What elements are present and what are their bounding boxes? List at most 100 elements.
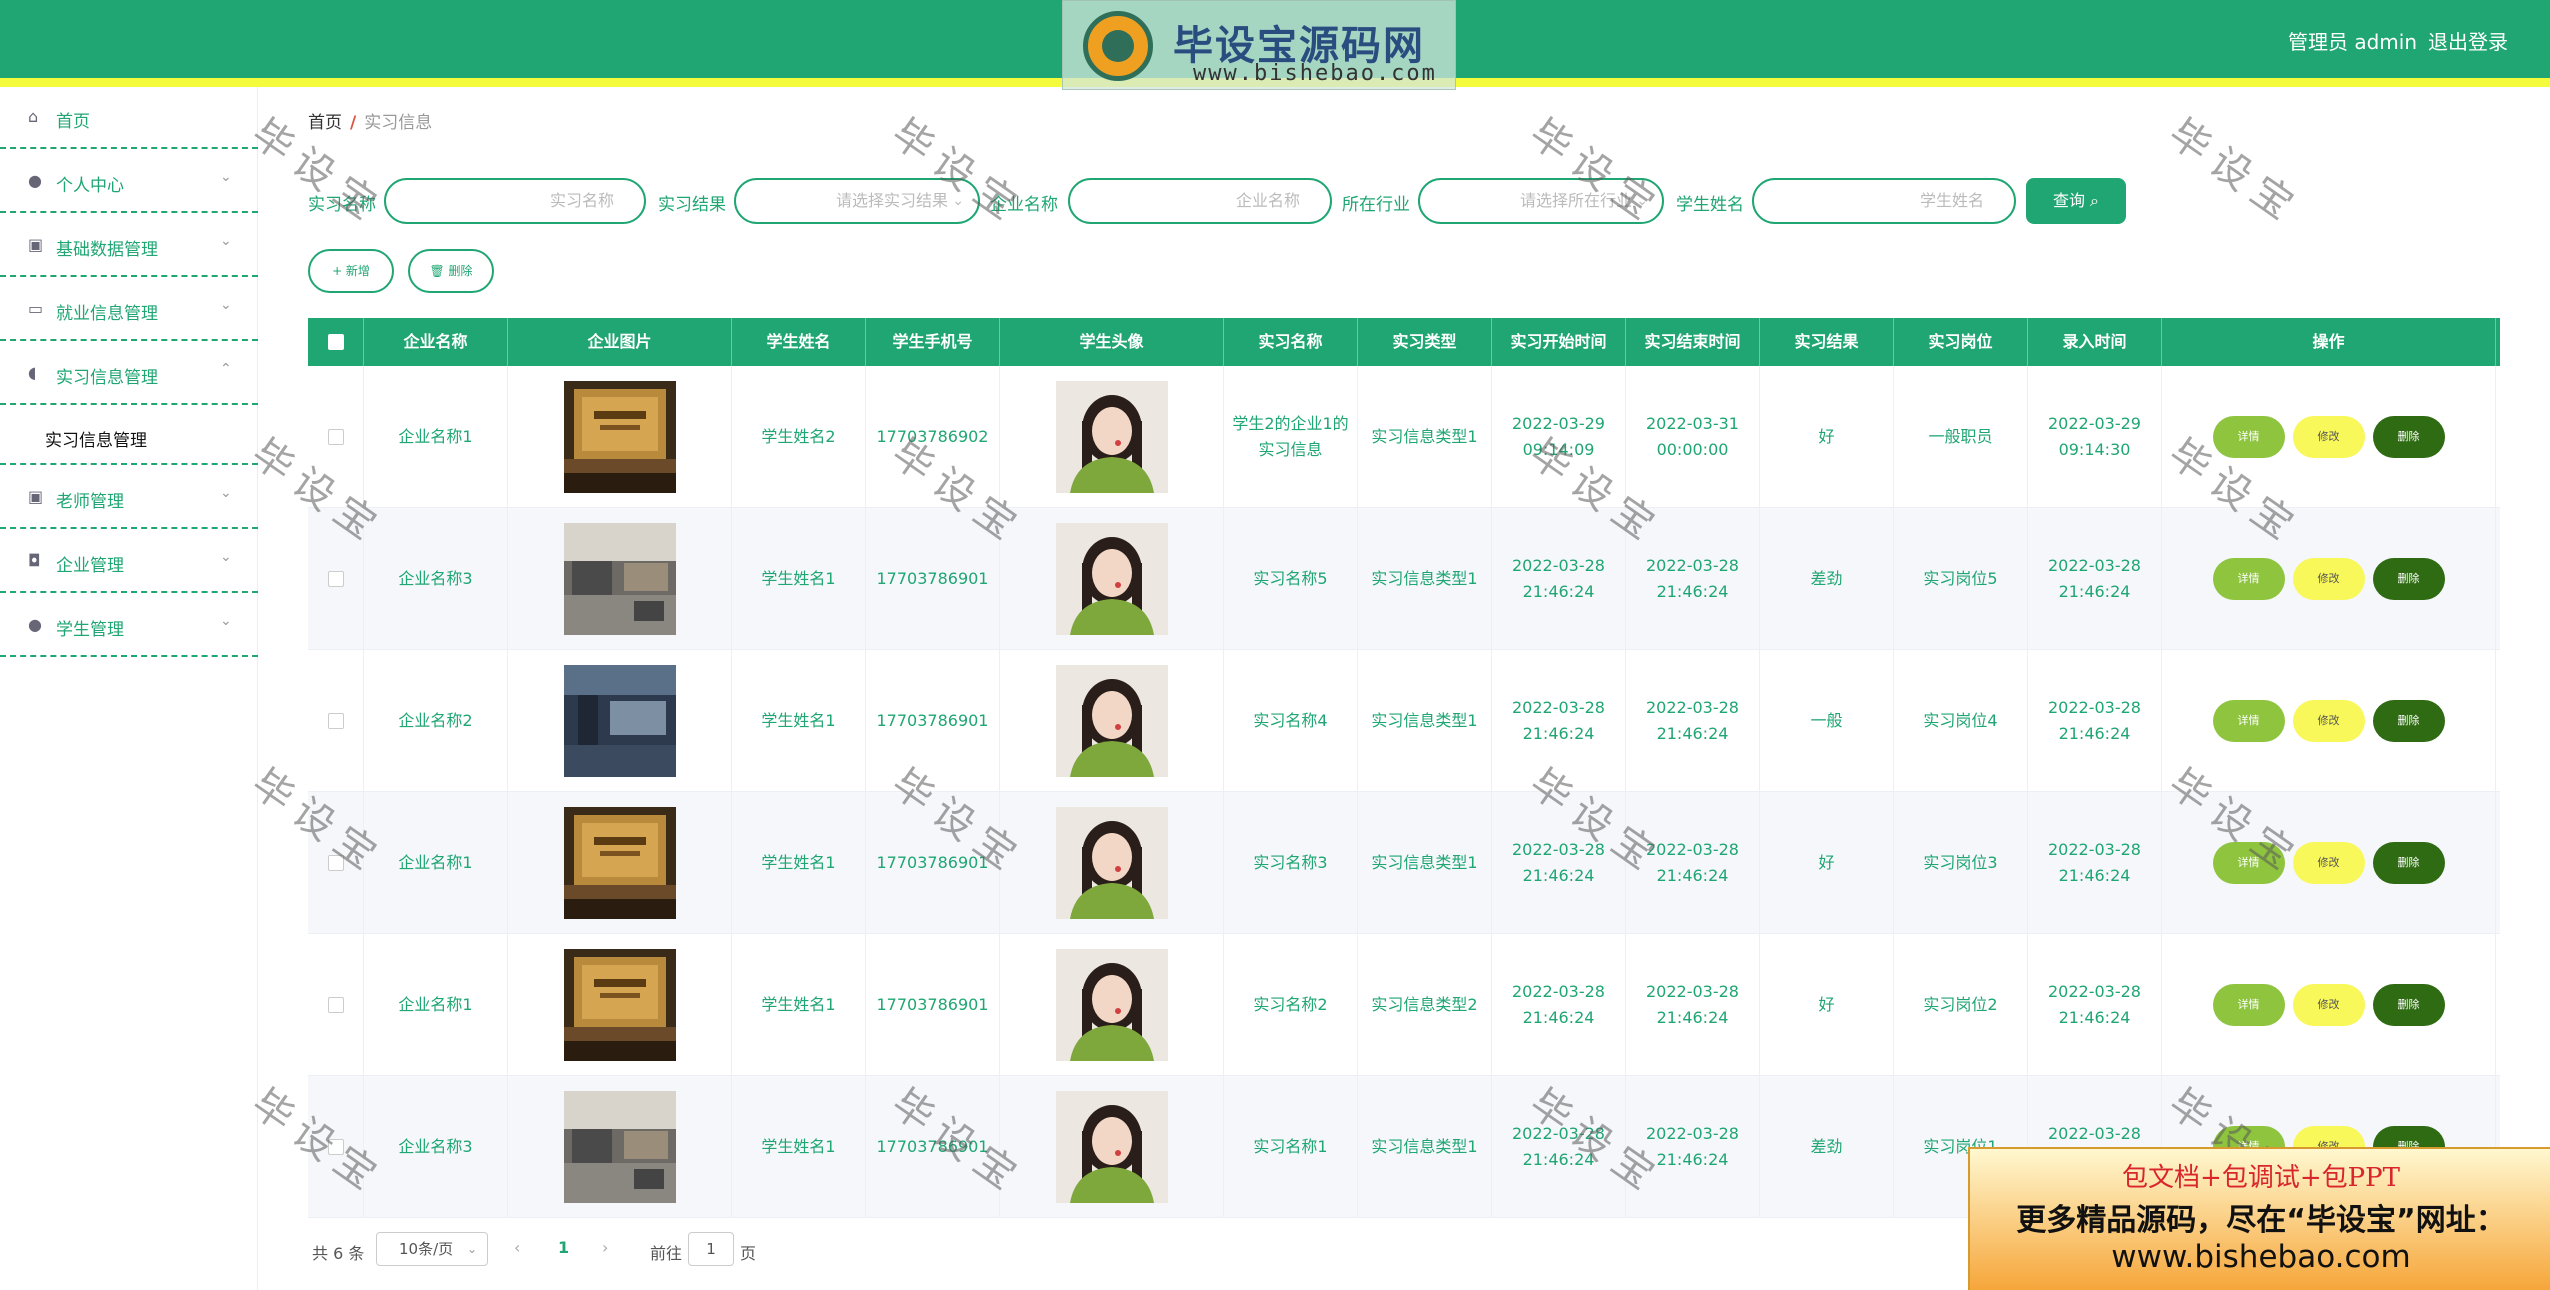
intern-name-cell: 实习名称4 bbox=[1224, 650, 1358, 792]
breadcrumb-separator: / bbox=[350, 113, 357, 133]
row-delete-button[interactable]: 删除 bbox=[2372, 558, 2445, 600]
company-name-cell: 企业名称1 bbox=[364, 366, 508, 508]
row-delete-button[interactable]: 删除 bbox=[2372, 842, 2445, 884]
sidebar-item-internship[interactable]: ◖ 实习信息管理 ⌃ bbox=[0, 343, 258, 405]
clipboard-icon: ▣ bbox=[28, 235, 44, 254]
row-delete-button[interactable]: 删除 bbox=[2372, 984, 2445, 1026]
sidebar-item-label: 实习信息管理 bbox=[56, 368, 158, 388]
sidebar-item-label: 企业管理 bbox=[56, 556, 124, 576]
chevron-down-icon: ⌄ bbox=[466, 1242, 477, 1256]
sidebar-item-home[interactable]: ⌂ 首页 bbox=[0, 87, 258, 149]
end-time-cell: 2022-03-28 21:46:24 bbox=[1626, 650, 1760, 792]
student-avatar-cell bbox=[1000, 1076, 1224, 1218]
select-all-cell bbox=[308, 318, 364, 366]
ad-line-2: 更多精品源码，尽在“毕设宝”网址： bbox=[2016, 1203, 2506, 1238]
column-header: 企业图片 bbox=[508, 318, 732, 366]
detail-button[interactable]: 详情 bbox=[2212, 700, 2285, 742]
created-time-cell: 2022-03-28 21:46:24 bbox=[2028, 934, 2162, 1076]
edit-button[interactable]: 修改 bbox=[2292, 700, 2365, 742]
breadcrumb-home[interactable]: 首页 bbox=[308, 113, 342, 133]
intern-name-input[interactable]: 实习名称 bbox=[384, 178, 646, 224]
student-name-cell: 学生姓名1 bbox=[732, 1076, 866, 1218]
edit-button[interactable]: 修改 bbox=[2292, 416, 2365, 458]
company-image bbox=[563, 807, 676, 919]
sidebar-item-employment[interactable]: ▭ 就业信息管理 ⌄ bbox=[0, 279, 258, 341]
ad-line-3: www.bishebao.com bbox=[2111, 1239, 2411, 1275]
edit-button[interactable]: 修改 bbox=[2292, 842, 2365, 884]
row-delete-button[interactable]: 删除 bbox=[2372, 700, 2445, 742]
column-header: 实习类型 bbox=[1358, 318, 1492, 366]
student-avatar-cell bbox=[1000, 650, 1224, 792]
intern-type-cell: 实习信息类型1 bbox=[1358, 508, 1492, 650]
sidebar-subitem-label: 实习信息管理 bbox=[45, 431, 147, 451]
student-phone-cell: 17703786901 bbox=[866, 650, 1000, 792]
sidebar: ⌂ 首页 ● 个人中心 ⌄ ▣ 基础数据管理 ⌄ ▭ 就业信息管理 ⌄ ◖ 实习… bbox=[0, 87, 258, 1290]
detail-button[interactable]: 详情 bbox=[2212, 558, 2285, 600]
row-checkbox[interactable] bbox=[327, 571, 344, 587]
sidebar-item-basic-data[interactable]: ▣ 基础数据管理 ⌄ bbox=[0, 215, 258, 277]
company-name-cell: 企业名称1 bbox=[364, 934, 508, 1076]
row-select-cell bbox=[308, 508, 364, 650]
row-checkbox[interactable] bbox=[327, 997, 344, 1013]
add-button[interactable]: + 新增 bbox=[308, 249, 394, 293]
filter-label-result: 实习结果 bbox=[658, 195, 726, 215]
chevron-down-icon: ⌄ bbox=[1636, 193, 1648, 209]
logout-link[interactable]: 退出登录 bbox=[2428, 26, 2508, 55]
detail-button[interactable]: 详情 bbox=[2212, 416, 2285, 458]
batch-delete-button[interactable]: 🗑 删除 bbox=[408, 249, 494, 293]
sidebar-item-student[interactable]: ● 学生管理 ⌄ bbox=[0, 595, 258, 657]
sidebar-item-company[interactable]: ◘ 企业管理 ⌄ bbox=[0, 531, 258, 593]
select-all-checkbox[interactable] bbox=[327, 334, 344, 350]
company-name-cell: 企业名称1 bbox=[364, 792, 508, 934]
student-name-cell: 学生姓名1 bbox=[732, 508, 866, 650]
operations-cell: 详情修改删除 bbox=[2162, 934, 2496, 1076]
industry-select[interactable]: 请选择所在行业 ⌄ bbox=[1418, 178, 1664, 224]
row-checkbox[interactable] bbox=[327, 1139, 344, 1155]
sidebar-subitem-internship-manage[interactable]: 实习信息管理 bbox=[0, 407, 258, 465]
monitor-icon: ▭ bbox=[28, 299, 44, 318]
column-header: 学生姓名 bbox=[732, 318, 866, 366]
student-name-input[interactable]: 学生姓名 bbox=[1752, 178, 2016, 224]
column-header: 实习开始时间 bbox=[1492, 318, 1626, 366]
operations-cell: 详情修改删除 bbox=[2162, 366, 2496, 508]
next-page-button[interactable]: › bbox=[602, 1238, 608, 1257]
start-time-cell: 2022-03-28 21:46:24 bbox=[1492, 1076, 1626, 1218]
student-phone-cell: 17703786901 bbox=[866, 1076, 1000, 1218]
chevron-down-icon: ⌄ bbox=[220, 233, 232, 249]
company-image bbox=[563, 523, 676, 635]
company-image-cell bbox=[508, 508, 732, 650]
company-image bbox=[563, 949, 676, 1061]
row-checkbox[interactable] bbox=[327, 855, 344, 871]
goto-unit: 页 bbox=[740, 1244, 757, 1263]
company-image-cell bbox=[508, 366, 732, 508]
end-time-cell: 2022-03-28 21:46:24 bbox=[1626, 792, 1760, 934]
intern-result-cell: 差劲 bbox=[1760, 1076, 1894, 1218]
chevron-down-icon: ⌄ bbox=[220, 297, 232, 313]
logo-url: www.bishebao.com bbox=[1193, 61, 1437, 86]
row-checkbox[interactable] bbox=[327, 713, 344, 729]
page-number[interactable]: 1 bbox=[558, 1238, 569, 1257]
column-header: 实习名称 bbox=[1224, 318, 1358, 366]
prev-page-button[interactable]: ‹ bbox=[514, 1238, 520, 1257]
query-button[interactable]: 查询 ⌕ bbox=[2026, 178, 2126, 224]
company-image-cell bbox=[508, 792, 732, 934]
student-avatar bbox=[1055, 665, 1168, 777]
created-time-cell: 2022-03-28 21:46:24 bbox=[2028, 508, 2162, 650]
edit-button[interactable]: 修改 bbox=[2292, 558, 2365, 600]
result-select[interactable]: 请选择实习结果 ⌄ bbox=[734, 178, 980, 224]
edit-button[interactable]: 修改 bbox=[2292, 984, 2365, 1026]
sidebar-item-label: 首页 bbox=[56, 112, 90, 132]
row-select-cell bbox=[308, 366, 364, 508]
sidebar-item-personal-center[interactable]: ● 个人中心 ⌄ bbox=[0, 151, 258, 213]
intern-result-cell: 一般 bbox=[1760, 650, 1894, 792]
company-name-input[interactable]: 企业名称 bbox=[1068, 178, 1332, 224]
detail-button[interactable]: 详情 bbox=[2212, 842, 2285, 884]
student-name-cell: 学生姓名2 bbox=[732, 366, 866, 508]
page-size-select[interactable]: 10条/页 ⌄ bbox=[376, 1232, 488, 1266]
sidebar-item-teacher[interactable]: ▣ 老师管理 ⌄ bbox=[0, 467, 258, 529]
row-checkbox[interactable] bbox=[327, 429, 344, 445]
detail-button[interactable]: 详情 bbox=[2212, 984, 2285, 1026]
end-time-cell: 2022-03-28 21:46:24 bbox=[1626, 1076, 1760, 1218]
goto-page-input[interactable]: 1 bbox=[688, 1232, 734, 1266]
row-delete-button[interactable]: 删除 bbox=[2372, 416, 2445, 458]
